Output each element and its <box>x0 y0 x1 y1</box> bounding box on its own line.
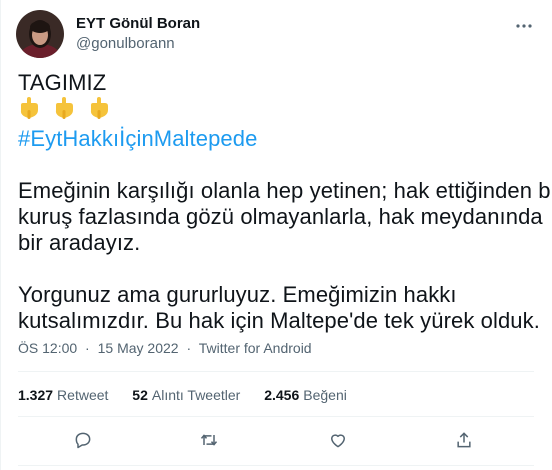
quote-label: Alıntı Tweetler <box>151 387 241 403</box>
retweet-label: Retweet <box>57 387 109 403</box>
share-button[interactable] <box>450 426 478 454</box>
author-handle[interactable]: @gonulborann <box>76 34 200 54</box>
meta-separator: · <box>186 340 192 356</box>
more-icon <box>516 24 532 28</box>
reply-button[interactable] <box>69 426 97 454</box>
emoji-row <box>18 96 528 126</box>
tweet-line: Yorgunuz ama gururluyuz. Emeğimizin hakk… <box>18 282 457 307</box>
tweet-header: EYT Gönül Boran @gonulborann <box>16 10 536 58</box>
like-label: Beğeni <box>303 387 347 403</box>
like-icon <box>331 434 345 448</box>
tweet-source[interactable]: Twitter for Android <box>199 340 312 356</box>
hashtag-link[interactable]: #EytHakkıİçinMaltepede <box>18 126 528 152</box>
tweet-line-tag: TAGIMIZ <box>18 70 107 95</box>
divider <box>18 371 534 372</box>
like-count: 2.456 <box>264 387 300 403</box>
pointing-down-emoji <box>55 97 73 119</box>
retweet-button[interactable] <box>195 426 223 454</box>
tweet-paragraph-1: Emeğinin karşılığı olanla hep yetinen; h… <box>18 178 552 256</box>
tweet-date[interactable]: 15 May 2022 <box>98 340 179 356</box>
pointing-down-emoji <box>20 97 38 119</box>
divider <box>18 465 534 466</box>
tweet-meta: ÖS 12:00 · 15 May 2022 · Twitter for And… <box>18 338 312 358</box>
share-icon <box>457 432 471 448</box>
divider <box>18 416 534 417</box>
quote-stat[interactable]: 52 Alıntı Tweetler <box>132 385 240 405</box>
retweet-count: 1.327 <box>18 387 54 403</box>
more-button[interactable] <box>512 14 536 38</box>
tweet-line: bir aradayız. <box>18 230 141 255</box>
tweet-paragraph-2: Yorgunuz ama gururluyuz. Emeğimizin hakk… <box>18 282 540 334</box>
meta-separator: · <box>85 340 90 356</box>
like-button[interactable] <box>324 426 352 454</box>
quote-count: 52 <box>132 387 148 403</box>
tweet-line: Emeğinin karşılığı olanla hep yetinen; h… <box>18 178 552 203</box>
pointing-down-emoji <box>90 97 108 119</box>
author-display-name[interactable]: EYT Gönül Boran <box>76 14 200 34</box>
tweet-text: TAGIMIZ #EytHakkıİçinMaltepede Emeğinin … <box>18 70 552 334</box>
author-names: EYT Gönül Boran @gonulborann <box>76 14 200 54</box>
retweet-icon <box>200 434 218 446</box>
avatar[interactable] <box>16 10 64 58</box>
tweet-line: kuruş fazlasında gözü olmayanlarla, hak … <box>18 204 543 229</box>
retweet-stat[interactable]: 1.327 Retweet <box>18 385 108 405</box>
tweet-time[interactable]: ÖS 12:00 <box>18 340 77 356</box>
like-stat[interactable]: 2.456 Beğeni <box>264 385 347 405</box>
tweet-stats: 1.327 Retweet 52 Alıntı Tweetler 2.456 Beğe… <box>18 385 367 405</box>
tweet-card: EYT Gönül Boran @gonulborann TAGIMIZ #Ey… <box>0 0 552 470</box>
tweet-actions <box>0 426 552 454</box>
tweet-line: kutsalımızdır. Bu hak için Maltepe'de te… <box>18 308 540 333</box>
reply-icon <box>75 432 91 449</box>
